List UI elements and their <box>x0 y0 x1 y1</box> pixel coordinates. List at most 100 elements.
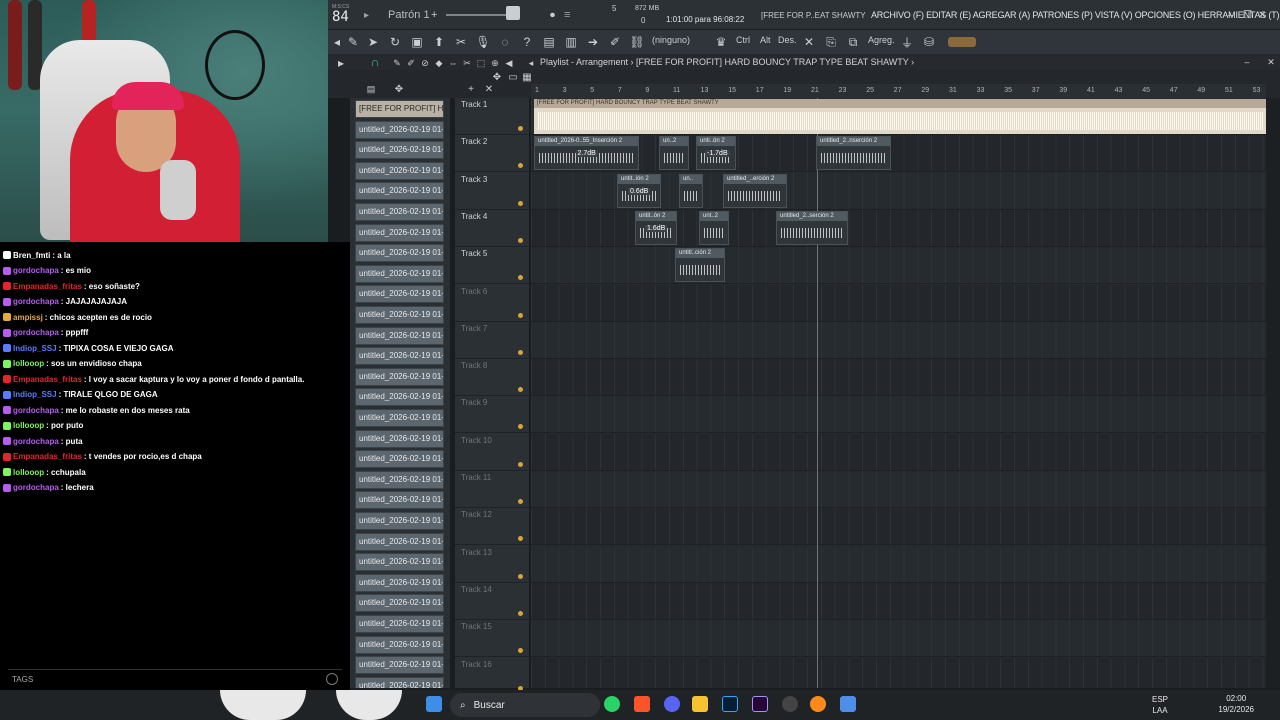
close-icon[interactable]: ✕ <box>1262 53 1280 71</box>
track-header[interactable]: Track 4 <box>455 210 529 247</box>
picker-item[interactable]: untitled_2026-02-19 01-... <box>355 264 444 283</box>
track-led-icon[interactable] <box>518 424 523 430</box>
chat-username[interactable]: gordochapa <box>13 266 59 275</box>
close-icon[interactable]: ✕ <box>1258 0 1266 30</box>
audio-clip[interactable]: un..2 <box>659 136 689 171</box>
picker-item[interactable]: untitled_2026-02-19 01-... <box>355 470 444 489</box>
track-header[interactable]: Track 12 <box>455 508 529 546</box>
fl-studio-icon[interactable] <box>810 696 826 712</box>
picker-item[interactable]: untitled_2026-02-19 01-... <box>355 388 444 407</box>
track-lane[interactable] <box>531 657 1266 688</box>
track-lane[interactable] <box>531 284 1266 322</box>
arrow-icon[interactable]: ➤ <box>364 33 382 51</box>
picker-item[interactable]: untitled_2026-02-19 01-... <box>355 532 444 551</box>
plugin-icon[interactable]: ⏚ <box>898 33 916 51</box>
track-header[interactable]: Track 16 <box>455 658 529 695</box>
audio-clip[interactable]: un.. <box>679 173 703 208</box>
track-header[interactable]: Track 6 <box>455 285 529 322</box>
track-lane[interactable] <box>531 471 1266 508</box>
brush-icon[interactable]: ✐ <box>606 33 624 51</box>
chat-username[interactable]: lollooop <box>13 421 44 430</box>
picker-item[interactable]: untitled_2026-02-19 01-... <box>355 161 444 180</box>
pencil-icon[interactable]: ✎ <box>344 33 362 51</box>
picker-item[interactable]: untitled_2026-02-19 01-... <box>355 512 444 530</box>
premiere-icon[interactable] <box>752 696 768 712</box>
paste-icon[interactable]: ⧉ <box>844 33 862 51</box>
track-header[interactable]: Track 9 <box>455 396 529 434</box>
track-led-icon[interactable] <box>518 536 523 542</box>
discord-icon[interactable] <box>664 696 680 712</box>
audio-clip-main[interactable]: [FREE FOR PROFIT] HARD BOUNCY TRAP TYPE … <box>534 99 1266 134</box>
picker-item[interactable]: untitled_2026-02-19 01-... <box>355 141 444 160</box>
picker-item[interactable]: untitled_2026-02-19 01-... <box>355 676 444 688</box>
search-icon[interactable] <box>326 673 338 685</box>
audio-clip[interactable]: untitl..ción 2 <box>675 248 725 283</box>
audio-clip[interactable]: untitled_2..nserción 2 <box>816 136 891 171</box>
playlist-grid[interactable]: [FREE FOR PROFIT] HARD BOUNCY TRAP TYPE … <box>531 98 1266 688</box>
track-header[interactable]: Track 1 <box>455 98 529 135</box>
audio-clip[interactable]: untit..ión 2 0.6dB <box>617 173 661 208</box>
store-icon[interactable]: ⛁ <box>920 33 938 51</box>
track-led-icon[interactable] <box>518 461 523 467</box>
pattern-nav-left-icon[interactable]: ▸ <box>364 0 369 30</box>
minimize-icon[interactable]: – <box>1238 53 1256 71</box>
hat-icon[interactable]: ♛ <box>712 33 730 51</box>
picker-item[interactable]: untitled_2026-02-19 01-... <box>355 326 444 345</box>
track-led-icon[interactable] <box>518 499 523 504</box>
audio-clip[interactable]: unt..2 <box>699 210 729 245</box>
chat-username[interactable]: Bren_fmti <box>13 251 50 260</box>
minimize-icon[interactable]: – <box>1228 0 1234 30</box>
chat-username[interactable]: Empanadas_fritas <box>13 375 82 384</box>
picker-item[interactable]: untitled_2026-02-19 01-... <box>355 429 444 448</box>
windows-start-icon[interactable] <box>426 696 442 712</box>
explorer-icon[interactable] <box>692 696 708 712</box>
picker-item[interactable]: untitled_2026-02-19 01-... <box>355 450 444 469</box>
notepad-icon[interactable] <box>840 696 856 712</box>
track-lane[interactable] <box>531 321 1266 359</box>
track-header[interactable]: Track 2 <box>455 135 529 173</box>
vertical-scrollbar[interactable] <box>1266 98 1280 688</box>
picker-item[interactable]: untitled_2026-02-19 01-... <box>355 120 444 139</box>
track-header[interactable]: Track 10 <box>455 434 529 471</box>
chat-username[interactable]: gordochapa <box>13 437 59 446</box>
track-lane[interactable] <box>531 433 1266 471</box>
main-menu[interactable]: ARCHIVO (F) EDITAR (E) AGREGAR (A) PATRO… <box>871 0 1280 30</box>
track-header[interactable]: Track 7 <box>455 322 529 359</box>
track-lane[interactable] <box>531 135 1266 173</box>
timeline-ruler[interactable]: 1 3 5 7 9 11 13 15 17 19 21 23 25 27 29 31 33 35 37 39 41 43 4… <box>531 84 1266 98</box>
save-icon[interactable]: ▣ <box>408 33 426 51</box>
picker-item[interactable]: untitled_2026-02-19 01-... <box>355 285 444 304</box>
track-lane[interactable] <box>531 582 1266 620</box>
restore-icon[interactable]: ❐ <box>1243 0 1252 30</box>
picker-item[interactable]: untitled_2026-02-19 01-... <box>355 656 444 675</box>
chat-username[interactable]: Indiop_SSJ <box>13 390 57 399</box>
chat-username[interactable]: gordochapa <box>13 297 59 306</box>
picker-item[interactable]: untitled_2026-02-19 01-... <box>355 615 444 633</box>
picker-item[interactable]: untitled_2026-02-19 01-... <box>355 347 444 366</box>
pattern-selector[interactable]: Patrón 1 <box>388 0 430 30</box>
playhead[interactable] <box>817 98 818 688</box>
picker-item[interactable]: untitled_2026-02-19 01-... <box>355 223 444 242</box>
track-lane[interactable] <box>531 247 1266 285</box>
audio-clip[interactable]: untitled_2026-0..55_Inserción 2 2.7dB <box>534 136 639 171</box>
picker-item[interactable]: untitled_2026-02-19 01-... <box>355 635 444 654</box>
chat-username[interactable]: Indiop_SSJ <box>13 344 57 353</box>
track-led-icon[interactable] <box>518 573 523 579</box>
whatsapp-icon[interactable] <box>604 696 620 712</box>
clock[interactable]: 02:00 19/2/2026 <box>1218 693 1254 715</box>
chat-username[interactable]: lollooop <box>13 359 44 368</box>
track-led-icon[interactable] <box>518 349 523 355</box>
picker-item[interactable]: untitled_2026-02-19 01-... <box>355 573 444 592</box>
brave-icon[interactable] <box>634 696 650 712</box>
track-header[interactable]: Track 8 <box>455 359 529 397</box>
render-icon[interactable]: ⬆ <box>430 33 448 51</box>
track-led-icon[interactable] <box>518 610 523 616</box>
audio-clip[interactable]: unti..ón 2 -1.7dB <box>696 136 736 171</box>
picker-item[interactable]: untitled_2026-02-19 01-... <box>355 182 444 201</box>
record-icon[interactable]: ⏺ <box>550 0 555 30</box>
track-header[interactable]: Track 5 <box>455 247 529 285</box>
list-icon[interactable]: ▤ <box>362 80 380 98</box>
picker-item-main[interactable]: [FREE FOR PROFIT] H... <box>355 100 444 118</box>
language-indicator[interactable]: ESP LAA <box>1152 694 1168 716</box>
layout-icon[interactable]: ▤ <box>540 33 558 51</box>
